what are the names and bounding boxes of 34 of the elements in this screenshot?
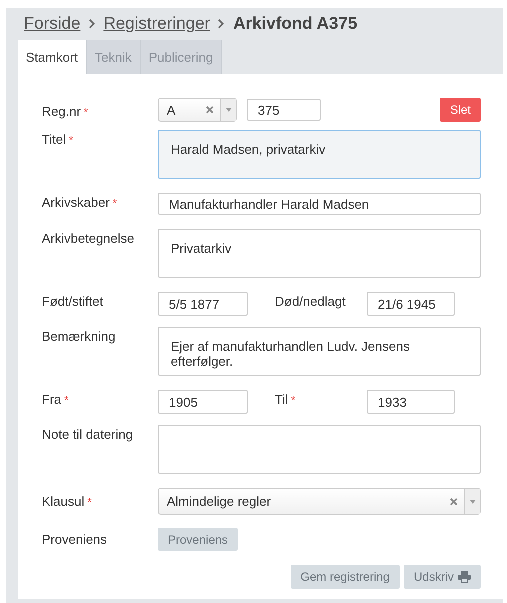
chevron-icon <box>218 19 226 29</box>
field-label: Til * <box>275 391 297 407</box>
field-label: Bemærkning <box>42 328 117 344</box>
chevron-icon <box>88 19 96 29</box>
field-label: Klausul * <box>42 493 93 509</box>
field-label: Arkivbetegnelse <box>42 230 136 246</box>
caret-icon <box>226 108 232 112</box>
caret-icon <box>470 500 476 504</box>
prefix-select[interactable]: A <box>158 98 237 122</box>
page-title: Arkivfond A375 <box>233 14 358 34</box>
printer-icon <box>458 571 471 583</box>
clear-icon[interactable] <box>206 106 214 114</box>
text-field[interactable]: 5/5 1877 <box>158 292 248 316</box>
field-label: Titel * <box>42 131 74 147</box>
breadcrumb-link[interactable]: Registreringer <box>104 14 210 34</box>
field-label: Født/stiftet <box>42 293 104 309</box>
field-label: Fra * <box>42 391 70 407</box>
text-field[interactable]: 1905 <box>158 390 248 414</box>
tab[interactable]: Stamkort <box>18 40 88 74</box>
text-field[interactable]: Manufakturhandler Harald Madsen <box>158 193 481 215</box>
clear-icon[interactable] <box>450 498 458 506</box>
select-field[interactable]: Almindelige regler <box>158 488 481 515</box>
text-area[interactable]: Harald Madsen, privatarkiv <box>158 130 481 179</box>
text-area[interactable]: Privatarkiv <box>158 229 481 278</box>
text-area[interactable]: Ejer af manufakturhandlen Ludv. Jensens efterfølger. <box>158 327 481 376</box>
field-label: Død/nedlagt <box>275 293 347 309</box>
text-field[interactable]: 1933 <box>367 390 455 414</box>
number-field[interactable]: 375 <box>247 99 321 121</box>
text-field[interactable]: 21/6 1945 <box>367 292 455 316</box>
field-label: Proveniens <box>42 531 108 547</box>
breadcrumb-link[interactable]: Forside <box>24 14 81 34</box>
field-label: Reg.nr * <box>42 103 90 119</box>
field-label: Arkivskaber * <box>42 194 118 210</box>
field-label: Note til datering <box>42 426 134 442</box>
